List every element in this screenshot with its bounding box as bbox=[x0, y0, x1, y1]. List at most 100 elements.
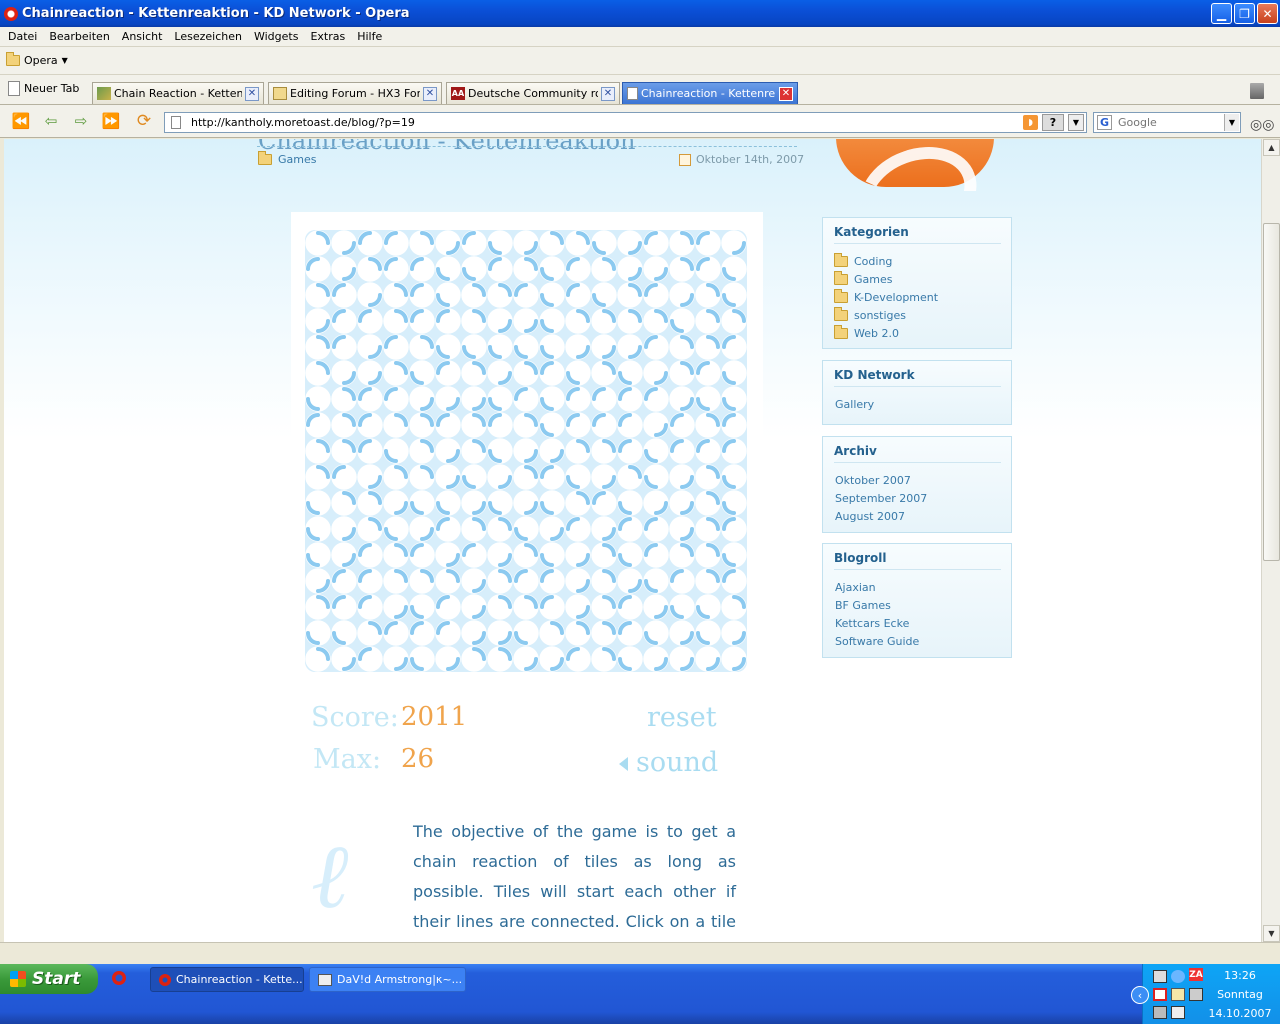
rewind-icon[interactable]: ⏪ bbox=[10, 111, 32, 131]
blogroll-link-bf-games[interactable]: BF Games bbox=[834, 596, 1001, 614]
tab-close-icon[interactable]: ✕ bbox=[423, 86, 437, 101]
reset-button[interactable]: reset bbox=[647, 702, 717, 733]
network-icon[interactable] bbox=[1153, 970, 1167, 983]
volume-icon[interactable] bbox=[1153, 1006, 1167, 1019]
tab-chainreaction-active[interactable]: Chainreaction - Kettenre... ✕ bbox=[622, 82, 798, 104]
tab-editing-forum[interactable]: Editing Forum - HX3 Foren ✕ bbox=[268, 82, 442, 104]
widget-title: KD Network bbox=[834, 368, 1001, 387]
calendar-icon bbox=[679, 153, 691, 166]
chat-window-icon bbox=[318, 973, 332, 986]
archive-link-august[interactable]: August 2007 bbox=[834, 507, 1001, 525]
game-board[interactable] bbox=[305, 230, 747, 672]
address-toolbar: ⏪ ⇦ ⇨ ⏩ ⟳ http://kantholy.moretoast.de/b… bbox=[0, 105, 1280, 138]
menu-extras[interactable]: Extras bbox=[304, 30, 351, 43]
menu-datei[interactable]: Datei bbox=[2, 30, 43, 43]
widget-title: Archiv bbox=[834, 444, 1001, 463]
search-engine-dropdown-icon[interactable]: ▼ bbox=[1224, 114, 1239, 131]
opera-folder-button[interactable]: Opera ▼ bbox=[6, 52, 68, 67]
taskbar-item-chat[interactable]: DaV!d Armstrong|κ~... bbox=[309, 967, 466, 992]
tab-label: Chain Reaction - Kettenr... bbox=[114, 87, 242, 100]
trash-icon[interactable] bbox=[1250, 83, 1264, 99]
start-label: Start bbox=[32, 969, 81, 989]
opera-quicklaunch-icon[interactable] bbox=[112, 971, 126, 985]
scroll-up-icon[interactable]: ▲ bbox=[1263, 139, 1280, 156]
blogroll-link-ajaxian[interactable]: Ajaxian bbox=[834, 578, 1001, 596]
window-titlebar: Chainreaction - Kettenreaktion - KD Netw… bbox=[0, 0, 1280, 27]
show-hidden-icons-icon[interactable]: ‹ bbox=[1131, 986, 1149, 1004]
archive-link-oktober[interactable]: Oktober 2007 bbox=[834, 471, 1001, 489]
menu-bearbeiten[interactable]: Bearbeiten bbox=[43, 30, 115, 43]
mail-icon bbox=[273, 87, 287, 100]
chainreaction-game: Score: 2011 reset Max: 26 sound ℓ The ob… bbox=[291, 212, 763, 942]
category-link-games[interactable]: Games bbox=[834, 270, 1001, 288]
folder-icon bbox=[6, 52, 20, 66]
antivirus-icon[interactable] bbox=[1153, 988, 1167, 1001]
tab-close-icon[interactable]: ✕ bbox=[245, 86, 259, 101]
history-dropdown-icon[interactable]: ▼ bbox=[1068, 114, 1084, 131]
glasses-icon[interactable]: ◎◎ bbox=[1250, 117, 1274, 133]
mail-tray-icon[interactable] bbox=[1171, 988, 1185, 1001]
scroll-down-icon[interactable]: ▼ bbox=[1263, 925, 1280, 942]
monitor-icon[interactable] bbox=[1189, 988, 1203, 1001]
blogroll-link-kettcars[interactable]: Kettcars Ecke bbox=[834, 614, 1001, 632]
taskbar-item-opera[interactable]: Chainreaction - Kette... bbox=[150, 967, 304, 992]
back-icon[interactable]: ⇦ bbox=[40, 111, 62, 131]
category-link-sonstiges[interactable]: sonstiges bbox=[834, 306, 1001, 324]
tab-deutsche-community[interactable]: AA Deutsche Community roc... ✕ bbox=[446, 82, 620, 104]
search-input[interactable] bbox=[1118, 116, 1218, 129]
forward-icon[interactable]: ⇨ bbox=[70, 111, 92, 131]
menu-lesezeichen[interactable]: Lesezeichen bbox=[168, 30, 248, 43]
link-label: Web 2.0 bbox=[854, 326, 899, 340]
folder-icon bbox=[258, 151, 272, 165]
archive-link-september[interactable]: September 2007 bbox=[834, 489, 1001, 507]
category-link-k-development[interactable]: K-Development bbox=[834, 288, 1001, 306]
keyboard-icon[interactable] bbox=[1171, 1006, 1185, 1019]
opera-folder-label: Opera bbox=[24, 54, 58, 67]
help-icon[interactable]: ? bbox=[1042, 114, 1064, 131]
tab-label: Chainreaction - Kettenre... bbox=[641, 87, 776, 100]
post-category[interactable]: Games bbox=[258, 151, 317, 166]
sound-label: sound bbox=[636, 747, 719, 778]
vertical-scrollbar[interactable]: ▲ ▼ bbox=[1261, 139, 1280, 942]
scroll-thumb[interactable] bbox=[1263, 223, 1280, 561]
tab-close-icon[interactable]: ✕ bbox=[601, 86, 615, 101]
link-gallery[interactable]: Gallery bbox=[834, 395, 1001, 413]
new-tab-button[interactable]: Neuer Tab bbox=[8, 81, 79, 96]
minimize-button[interactable]: ▁ bbox=[1211, 3, 1232, 24]
sound-toggle[interactable]: sound bbox=[619, 747, 718, 778]
new-tab-label: Neuer Tab bbox=[24, 82, 80, 95]
zonealarm-icon[interactable]: ZA bbox=[1189, 968, 1203, 981]
start-button[interactable]: Start bbox=[0, 964, 98, 994]
tab-bar: Neuer Tab Chain Reaction - Kettenr... ✕ … bbox=[0, 75, 1280, 105]
post-category-label: Games bbox=[278, 153, 317, 166]
opera-icon bbox=[4, 6, 18, 21]
category-link-coding[interactable]: Coding bbox=[834, 252, 1001, 270]
clock-time: 13:26 bbox=[1224, 969, 1256, 982]
address-field[interactable]: http://kantholy.moretoast.de/blog/?p=19 … bbox=[164, 112, 1087, 133]
blogroll-link-software-guide[interactable]: Software Guide bbox=[834, 632, 1001, 650]
search-field[interactable]: G ▼ bbox=[1093, 112, 1241, 133]
reload-icon[interactable]: ⟳ bbox=[133, 111, 155, 131]
tab-chain-reaction[interactable]: Chain Reaction - Kettenr... ✕ bbox=[92, 82, 264, 104]
menu-widgets[interactable]: Widgets bbox=[248, 30, 304, 43]
speaker-icon bbox=[619, 756, 628, 771]
objective-text: The objective of the game is to get a ch… bbox=[413, 822, 736, 931]
close-button[interactable]: ✕ bbox=[1257, 3, 1278, 24]
rss-logo-icon[interactable] bbox=[836, 139, 996, 191]
max-label: Max: bbox=[313, 744, 382, 775]
widget-blogroll: Blogroll Ajaxian BF Games Kettcars Ecke … bbox=[822, 543, 1012, 658]
maximize-button[interactable]: ❐ bbox=[1234, 3, 1255, 24]
tile-grid[interactable] bbox=[305, 230, 747, 672]
google-icon: G bbox=[1097, 115, 1112, 130]
window-title: Chainreaction - Kettenreaktion - KD Netw… bbox=[22, 6, 410, 21]
fast-forward-icon[interactable]: ⏩ bbox=[100, 111, 122, 131]
menu-ansicht[interactable]: Ansicht bbox=[116, 30, 169, 43]
post-date-text: Oktober 14th, 2007 bbox=[696, 153, 805, 166]
rss-feed-icon[interactable]: ◗ bbox=[1023, 115, 1038, 130]
menu-hilfe[interactable]: Hilfe bbox=[351, 30, 388, 43]
tab-close-icon[interactable]: ✕ bbox=[779, 86, 793, 101]
score-label: Score: bbox=[311, 702, 399, 733]
bluetooth-icon[interactable] bbox=[1171, 970, 1185, 983]
category-link-web20[interactable]: Web 2.0 bbox=[834, 324, 1001, 342]
clock-day: Sonntag bbox=[1217, 988, 1263, 1001]
